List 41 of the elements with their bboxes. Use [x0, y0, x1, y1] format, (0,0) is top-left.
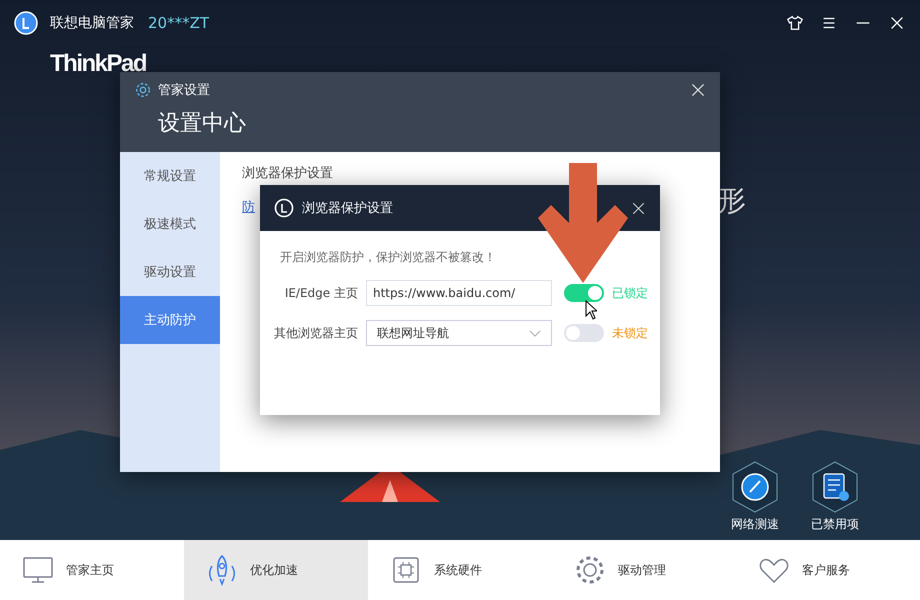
- nav-tab[interactable]: 驱动管理: [552, 540, 736, 600]
- lock-status: 已锁定: [612, 284, 648, 302]
- field-label: 其他浏览器主页: [273, 324, 358, 342]
- shortcut-label[interactable]: 已禁用项: [811, 516, 859, 533]
- lock-toggle[interactable]: [564, 324, 604, 342]
- shortcut-label[interactable]: 网络测速: [731, 516, 779, 533]
- cursor-icon: [585, 300, 597, 320]
- account-name: 20***ZT: [148, 14, 210, 32]
- field-label: IE/Edge 主页: [284, 284, 358, 302]
- close-icon[interactable]: [690, 82, 706, 98]
- brand-logo: ThinkPad: [50, 50, 146, 78]
- close-icon[interactable]: [631, 200, 646, 216]
- window-heading: 设置中心: [158, 110, 247, 138]
- list-settings-icon[interactable]: [810, 460, 860, 514]
- rocket-icon: [206, 554, 238, 586]
- lock-status: 未锁定: [612, 324, 648, 342]
- logo-icon: [274, 198, 294, 218]
- sidebar-item[interactable]: 极速模式: [120, 200, 220, 248]
- lock-toggle[interactable]: [564, 284, 604, 302]
- sidebar-item[interactable]: 常规设置: [120, 152, 220, 200]
- nav-tab[interactable]: 系统硬件: [368, 540, 552, 600]
- settings-icon: [134, 81, 152, 99]
- section-title: 浏览器保护设置: [242, 165, 334, 182]
- nav-tab[interactable]: 优化加速: [184, 540, 368, 600]
- shirt-icon[interactable]: [786, 14, 804, 32]
- gear-icon: [574, 554, 606, 586]
- url-field[interactable]: https://www.baidu.com/: [366, 280, 552, 306]
- sidebar-item[interactable]: 主动防护: [120, 296, 220, 344]
- background-text: 形: [718, 183, 746, 219]
- window-title: 管家设置: [158, 82, 210, 99]
- link[interactable]: 防: [242, 198, 255, 216]
- logo-icon: [14, 10, 38, 34]
- dialog-title: 浏览器保护设置: [302, 200, 393, 217]
- homepage-dropdown[interactable]: 联想网址导航: [366, 320, 552, 346]
- speedometer-icon[interactable]: [730, 460, 780, 514]
- nav-tab[interactable]: 客户服务: [736, 540, 920, 600]
- nav-tab[interactable]: 管家主页: [0, 540, 184, 600]
- sidebar-item[interactable]: 驱动设置: [120, 248, 220, 296]
- chevron-down-icon: [529, 330, 541, 336]
- intro-text: 开启浏览器防护，保护浏览器不被篡改！: [280, 249, 497, 266]
- app-title: 联想电脑管家: [50, 14, 134, 32]
